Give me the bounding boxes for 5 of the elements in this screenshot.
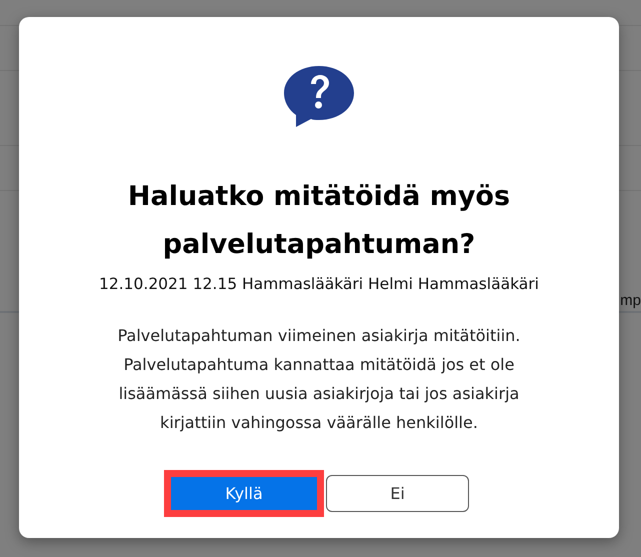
cancel-button[interactable]: Ei xyxy=(326,475,469,512)
dialog-title: Haluatko mitätöidä myös palvelutapahtuman? xyxy=(126,180,512,262)
dialog-message: Palvelutapahtuman viimeinen asiakirja mitätöitiin. Palvelutapahtuma kannattaa mitätöidä jos et ole lisäämässä siihen uusia asiakirjoja tai jos asiakirja kirjattiin vahingossa väärälle henkilölle. xyxy=(116,325,522,434)
background-text: mp xyxy=(620,292,641,311)
dialog-subtitle: 12.10.2021 12.15 Hammaslääkäri Helmi Hammaslääkäri xyxy=(99,275,539,293)
